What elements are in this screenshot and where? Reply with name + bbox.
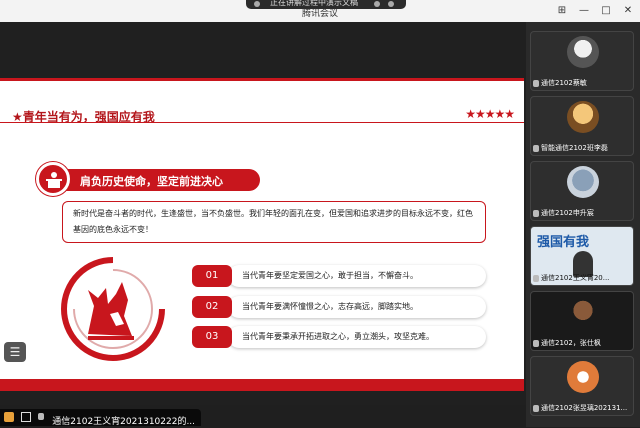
- participant-tile[interactable]: 通信2102申升宸: [530, 161, 634, 221]
- participant-tile[interactable]: 智能通信2102班李磊: [530, 96, 634, 156]
- participant-tile[interactable]: 通信2102，张仕枫: [530, 291, 634, 351]
- close-button[interactable]: ✕: [620, 3, 636, 19]
- stars-decoration: ★★★★★: [465, 107, 515, 121]
- point-03-text: 当代青年要秉承开拓进取之心，勇立潮头，攻坚克难。: [228, 326, 486, 348]
- podium-icon: [36, 162, 70, 196]
- participant-tile[interactable]: 通信2102张昱璃202131...: [530, 356, 634, 416]
- mic-icon: [533, 79, 539, 87]
- participant-name: 智能通信2102班李磊: [541, 144, 608, 152]
- avatar: [567, 101, 599, 133]
- point-01-text: 当代青年要坚定爱国之心，敢于担当，不懈奋斗。: [228, 265, 486, 287]
- point-03-number: 03: [192, 326, 232, 348]
- participant-name: 通信2102，张仕枫: [541, 339, 601, 347]
- participant-name: 通信2102王义宵20...: [541, 274, 610, 282]
- window-title: 腾讯会议: [301, 9, 338, 19]
- participant-tile[interactable]: 强国有我 通信2102王义宵20...: [530, 226, 634, 286]
- presentation-slide: ★青年当有为，强国应有我 ★★★★★ 肩负历史使命，坚定前进决心 新时代是奋斗者…: [0, 78, 524, 391]
- mic-icon: [533, 144, 539, 152]
- slide-bottom-strip: [0, 379, 524, 391]
- mic-icon: [533, 339, 539, 347]
- mic-icon: [533, 209, 539, 217]
- participant-panel: 通信2102蔡敏 智能通信2102班李磊 通信2102申升宸 强国有我 通信21…: [526, 22, 640, 427]
- maximize-button[interactable]: □: [598, 3, 614, 19]
- participant-name: 通信2102张昱璃202131...: [541, 404, 628, 412]
- point-02-number: 02: [192, 296, 232, 318]
- section-title: 肩负历史使命，坚定前进决心: [80, 175, 223, 188]
- slide-top-strip: [0, 78, 524, 81]
- shared-screen-area: ★青年当有为，强国应有我 ★★★★★ 肩负历史使命，坚定前进决心 新时代是奋斗者…: [0, 22, 526, 405]
- avatar: [567, 166, 599, 198]
- youth-emblem: [58, 254, 168, 364]
- mic-icon: [533, 404, 539, 412]
- screen-share-icon: [21, 412, 32, 422]
- minimize-button[interactable]: —: [576, 3, 592, 19]
- point-02-text: 当代青年要满怀憧憬之心，志存高远，脚踏实地。: [228, 296, 486, 318]
- title-divider: [0, 122, 524, 123]
- host-icon: [4, 412, 14, 422]
- participant-video: [567, 296, 599, 328]
- list-icon[interactable]: ☰: [4, 342, 26, 362]
- speaker-name: 通信2102王义宵2021310222的...: [52, 417, 196, 427]
- title-bar: 正在讲解过程中演示文稿 腾讯会议 ⊞ — □ ✕: [0, 0, 640, 22]
- participant-name: 通信2102申升宸: [541, 209, 594, 217]
- point-01-number: 01: [192, 265, 232, 287]
- intro-paragraph: 新时代是奋斗者的时代，生逢盛世，当不负盛世。我们年轻的面孔在变，但爱国和追求进步…: [62, 201, 486, 243]
- avatar: [567, 36, 599, 68]
- pin-button[interactable]: ⊞: [554, 3, 570, 19]
- participant-tile[interactable]: 通信2102蔡敏: [530, 31, 634, 91]
- avatar: [567, 361, 599, 393]
- mic-icon: [533, 274, 539, 282]
- mic-icon: [38, 413, 45, 420]
- speaker-name-bar: 通信2102王义宵2021310222的...: [0, 409, 202, 427]
- participant-name: 通信2102蔡敏: [541, 79, 587, 87]
- video-banner: 强国有我: [537, 235, 590, 250]
